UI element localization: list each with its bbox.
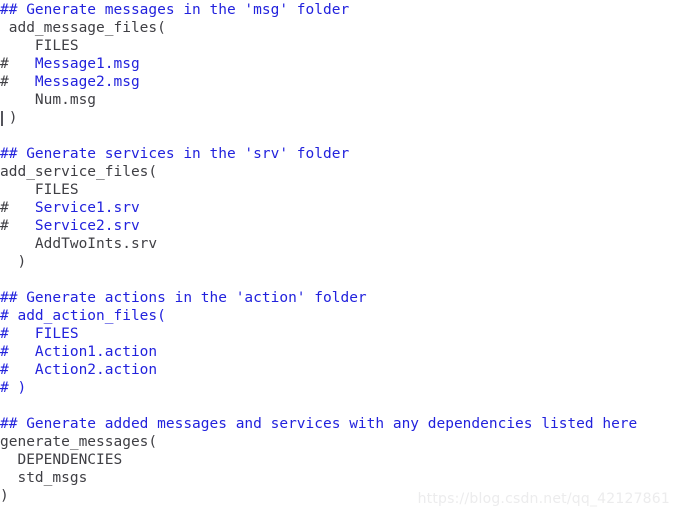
code-line-text: DEPENDENCIES [0,452,123,468]
code-line-text: ## Generate actions in the 'action' fold… [0,290,367,306]
code-line-text: ## Generate added messages and services … [0,416,638,432]
code-line-text: ## Generate services in the 'srv' folder [0,146,350,162]
code-line[interactable]: # FILES [0,325,678,343]
code-editor-pane[interactable]: ## Generate messages in the 'msg' folder… [0,0,678,516]
code-line-text: ) [0,488,9,504]
code-line[interactable]: ) [0,253,678,271]
code-lines-container[interactable]: ## Generate messages in the 'msg' folder… [0,0,678,505]
code-line-text: AddTwoInts.srv [0,236,158,252]
comment-hash-marker: # [0,200,9,216]
code-line[interactable]: # ) [0,379,678,397]
comment-hash-marker: # [0,218,9,234]
code-line-blank[interactable] [0,127,678,145]
code-line[interactable]: ## Generate services in the 'srv' folder [0,145,678,163]
code-line[interactable]: # Service1.srv [0,199,678,217]
code-line-blank[interactable] [0,271,678,289]
code-line[interactable]: FILES [0,181,678,199]
comment-hash-marker: # [0,56,9,72]
code-line[interactable]: ## Generate added messages and services … [0,415,678,433]
code-line-text: Message2.msg [8,74,140,90]
code-line[interactable]: DEPENDENCIES [0,451,678,469]
code-line-text: ## Generate messages in the 'msg' folder [0,2,350,18]
code-line[interactable]: add_service_files( [0,163,678,181]
text-caret [1,111,3,126]
code-line-text: # add_action_files( [0,308,166,324]
code-line-text: Service1.srv [8,200,140,216]
watermark-text: https://blog.csdn.net/qq_42127861 [417,491,670,507]
code-line-text: add_service_files( [0,164,158,180]
code-line-text: FILES [0,182,79,198]
code-line[interactable]: Num.msg [0,91,678,109]
code-line-blank[interactable] [0,397,678,415]
code-line[interactable]: ## Generate actions in the 'action' fold… [0,289,678,307]
code-line-text: generate_messages( [0,434,158,450]
code-line-text: add_message_files( [0,20,166,36]
code-line-text: ) [0,254,27,270]
code-line-text: # ) [0,380,27,396]
code-line-text: # Action1.action [0,344,158,360]
code-line[interactable]: add_message_files( [0,19,678,37]
code-line[interactable]: ) [0,109,678,127]
code-line[interactable]: ## Generate messages in the 'msg' folder [0,1,678,19]
code-line-text: # Action2.action [0,362,158,378]
code-line[interactable]: # Message2.msg [0,73,678,91]
code-line[interactable]: # Message1.msg [0,55,678,73]
code-line[interactable]: AddTwoInts.srv [0,235,678,253]
comment-hash-marker: # [0,74,9,90]
code-line[interactable]: std_msgs [0,469,678,487]
code-line-text: Service2.srv [8,218,140,234]
code-line-text: # FILES [0,326,79,342]
code-line-text: Message1.msg [8,56,140,72]
code-line[interactable]: # Action1.action [0,343,678,361]
code-line-text: Num.msg [0,92,97,108]
code-line-text: ) [0,110,18,126]
code-line-text: FILES [0,38,79,54]
code-line[interactable]: generate_messages( [0,433,678,451]
code-line[interactable]: # add_action_files( [0,307,678,325]
code-line[interactable]: FILES [0,37,678,55]
code-line[interactable]: # Service2.srv [0,217,678,235]
code-line-text: std_msgs [0,470,88,486]
code-line[interactable]: # Action2.action [0,361,678,379]
